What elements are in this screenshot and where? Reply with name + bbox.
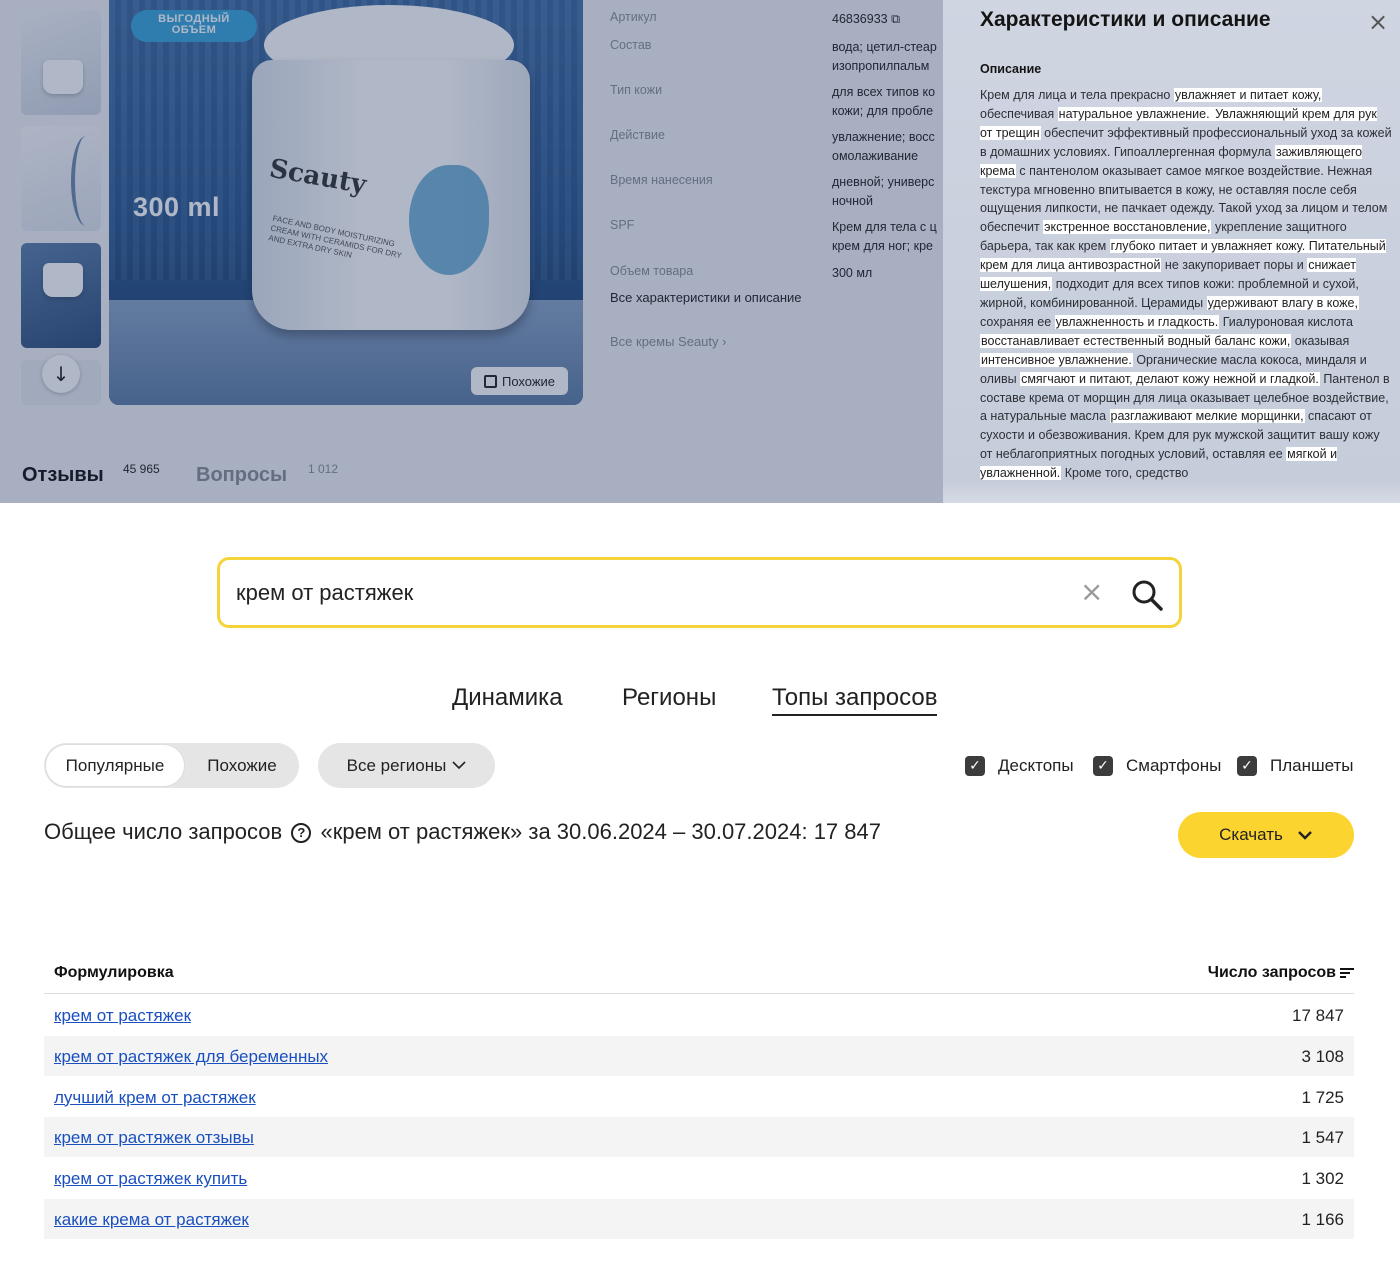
help-icon[interactable]: ? <box>291 823 312 843</box>
search-input[interactable] <box>236 560 1056 625</box>
checkbox-label: Десктопы <box>998 756 1074 775</box>
query-count: 17 847 <box>1292 1006 1344 1025</box>
check-icon: ✓ <box>1237 756 1257 776</box>
download-button[interactable]: Скачать <box>1178 812 1354 858</box>
highlighted-keyphrase: разглаживают мелкие морщинки, <box>1109 409 1305 424</box>
query-count: 1 547 <box>1301 1128 1344 1148</box>
table-row: крем от растяжек купить 1 302 <box>44 1158 1354 1198</box>
checkbox-smartphones[interactable]: ✓ Смартфоны <box>1093 756 1221 776</box>
checkbox-label: Смартфоны <box>1126 756 1222 775</box>
highlighted-keyphrase: интенсивное увлажнение. <box>980 352 1133 367</box>
highlighted-keyphrase: экстренное восстановление, <box>1043 220 1212 235</box>
check-icon: ✓ <box>1093 756 1113 776</box>
description-panel: Характеристики и описание × Описание Кре… <box>943 0 1400 503</box>
column-header-count[interactable]: Число запросов <box>1208 964 1354 982</box>
tab-top-queries[interactable]: Топы запросов <box>772 684 938 716</box>
query-count: 1 166 <box>1301 1210 1344 1229</box>
dim-overlay[interactable] <box>0 0 943 503</box>
total-requests: Общее число запросов ? «крем от растяжек… <box>44 819 881 844</box>
table-row: крем от растяжек отзывы 1 547 <box>44 1117 1354 1158</box>
description-heading: Описание <box>980 62 1042 76</box>
similar-toggle[interactable]: Похожие <box>186 743 298 788</box>
chevron-down-icon <box>1298 831 1312 840</box>
highlighted-keyphrase: натуральное увлажнение. <box>1057 106 1211 121</box>
close-icon[interactable]: × <box>1368 8 1388 36</box>
search-icon[interactable] <box>1130 578 1164 612</box>
tab-regions[interactable]: Регионы <box>622 684 716 712</box>
checkbox-tablets[interactable]: ✓ Планшеты <box>1237 756 1354 776</box>
highlighted-keyphrase: увлажненность и гладкость. <box>1054 314 1220 329</box>
table-row: крем от растяжек 17 847 <box>44 995 1354 1035</box>
query-link[interactable]: какие крема от растяжек <box>54 1210 249 1230</box>
column-header-query: Формулировка <box>54 964 174 981</box>
regions-label: Все регионы <box>346 755 447 775</box>
highlighted-keyphrase: смягчают и питают, делают кожу нежной и … <box>1020 371 1320 386</box>
sort-icon <box>1340 968 1354 978</box>
checkbox-label: Планшеты <box>1270 756 1354 775</box>
table-row: крем от растяжек для беременных 3 108 <box>44 1035 1354 1076</box>
description-fragment: не закупоривает поры и <box>1161 258 1308 273</box>
table-row: какие крема от растяжек 1 166 <box>44 1199 1354 1239</box>
description-fragment: оказывая <box>1291 333 1350 348</box>
description-fragment: обеспечивая <box>980 106 1058 121</box>
highlighted-keyphrase: увлажняет и питает кожу, <box>1173 88 1323 102</box>
check-icon: ✓ <box>965 756 985 776</box>
mode-toggle: Популярные Похожие <box>44 743 299 788</box>
search-bar[interactable]: × <box>217 557 1182 628</box>
query-count: 1 725 <box>1301 1087 1344 1107</box>
query-count: 1 302 <box>1301 1169 1344 1189</box>
checkbox-desktop[interactable]: ✓ Десктопы <box>965 756 1074 776</box>
popular-toggle[interactable]: Популярные <box>45 744 185 787</box>
description-fragment: Крем для лица и тела прекрасно <box>980 88 1174 102</box>
tab-dynamics[interactable]: Динамика <box>452 684 563 712</box>
highlighted-keyphrase: восстанавливает естественный водный бала… <box>980 333 1292 348</box>
description-fragment: сохраняя ее <box>980 314 1055 329</box>
panel-title: Характеристики и описание <box>980 8 1271 31</box>
description-text: Крем для лица и тела прекрасно увлажняет… <box>980 86 1392 483</box>
description-fragment: Гиалуроновая кислота <box>1219 314 1353 329</box>
query-link[interactable]: крем от растяжек отзывы <box>54 1128 254 1148</box>
regions-dropdown[interactable]: Все регионы <box>318 743 495 788</box>
chevron-down-icon <box>452 761 466 770</box>
product-card-screenshot: ↓ ВЫГОДНЫЙ ОБЪЕМ 300 ml Scauty FACE AND … <box>0 0 1400 503</box>
table-row: лучший крем от растяжек 1 725 <box>44 1077 1354 1117</box>
description-fragment: Кроме того, средство <box>1061 466 1189 481</box>
query-link[interactable]: крем от растяжек для беременных <box>54 1047 328 1067</box>
clear-icon[interactable]: × <box>1080 578 1103 606</box>
highlighted-keyphrase: удерживают влагу в коже, <box>1206 295 1359 310</box>
query-count: 3 108 <box>1301 1046 1344 1066</box>
query-link[interactable]: лучший крем от растяжек <box>54 1088 256 1108</box>
query-link[interactable]: крем от растяжек <box>54 1006 191 1026</box>
query-link[interactable]: крем от растяжек купить <box>54 1169 247 1189</box>
